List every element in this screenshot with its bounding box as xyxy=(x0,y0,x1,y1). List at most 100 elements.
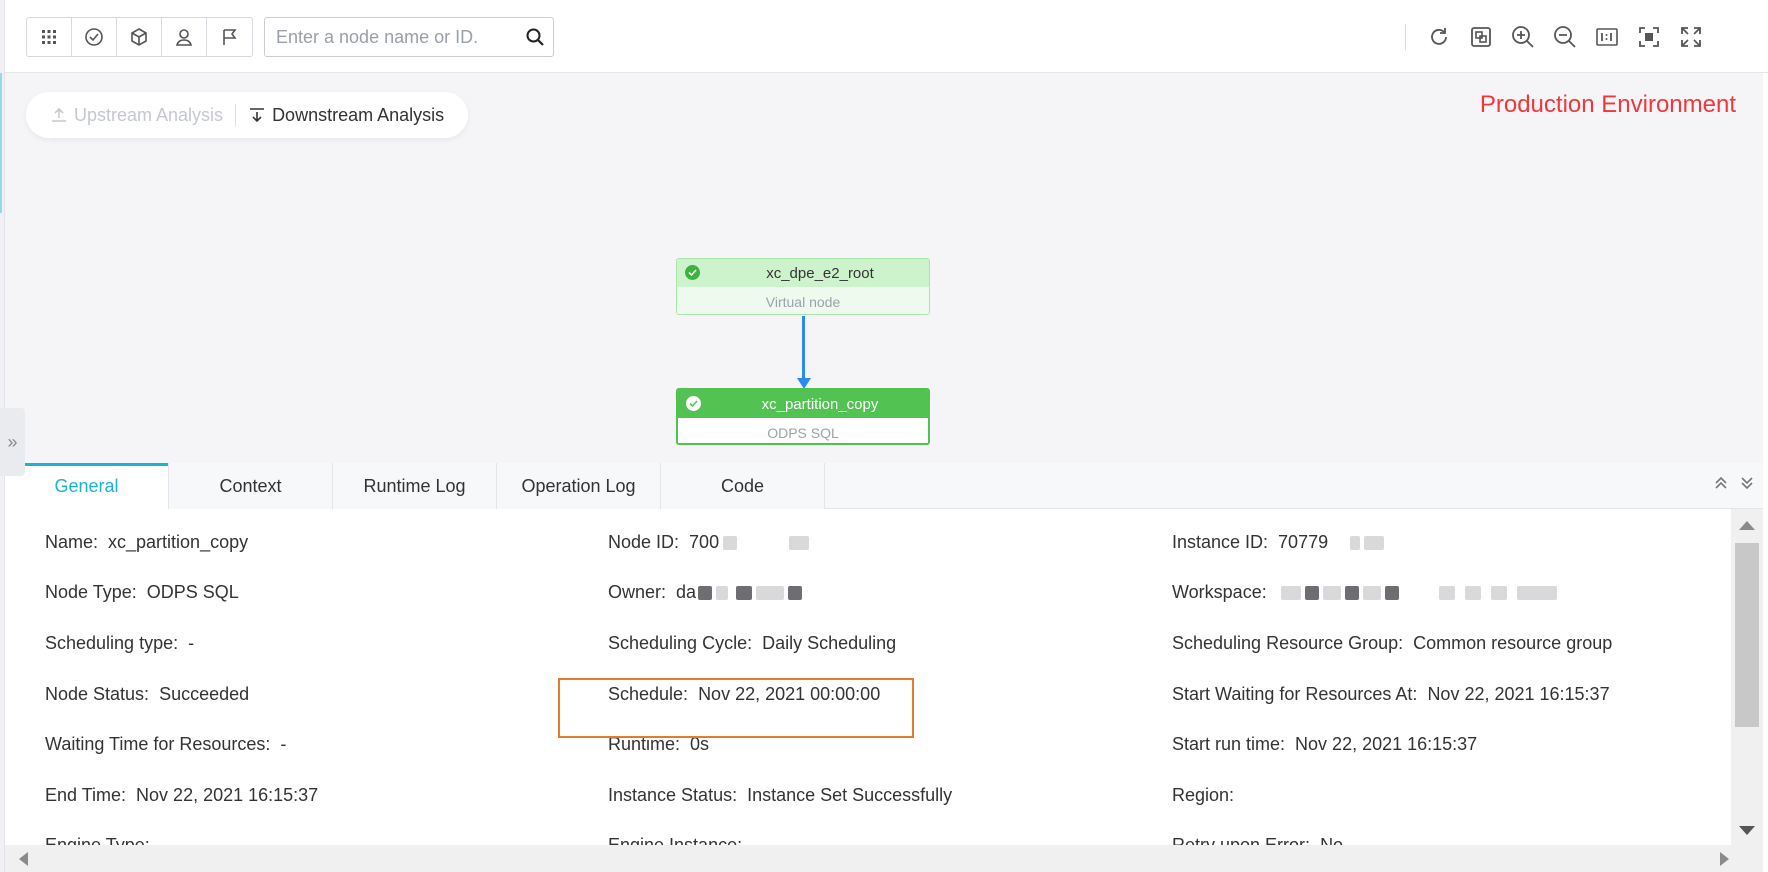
tab-runtime-log[interactable]: Runtime Log xyxy=(333,463,497,509)
redacted-text xyxy=(1464,586,1481,601)
check-circle-icon[interactable] xyxy=(72,18,117,56)
user-icon[interactable] xyxy=(162,18,207,56)
field-retry-upon-error: Retry upon Error: No xyxy=(1172,835,1343,845)
tab-general[interactable]: General xyxy=(5,463,169,509)
redacted-text xyxy=(1304,586,1319,601)
scroll-up-arrow-icon[interactable] xyxy=(1739,521,1755,530)
general-details: Name: xc_partition_copy Node ID: 700 Insta… xyxy=(5,509,1731,845)
field-start-waiting: Start Waiting for Resources At: Nov 22, 2… xyxy=(1172,684,1610,704)
field-value: Succeeded xyxy=(159,684,250,704)
double-chevron-right-icon: » xyxy=(7,431,18,452)
zoom-in-icon[interactable] xyxy=(1502,19,1544,55)
field-value: 70779 xyxy=(1278,532,1329,552)
field-value: - xyxy=(280,734,287,754)
upload-icon xyxy=(52,107,66,122)
field-value: da xyxy=(676,582,697,602)
panel-actions xyxy=(1713,475,1755,496)
downstream-analysis-button[interactable]: Downstream Analysis xyxy=(248,105,444,126)
field-value: Nov 22, 2021 16:15:37 xyxy=(1295,734,1478,754)
field-value: Nov 22, 2021 16:15:37 xyxy=(136,785,319,805)
upstream-analysis-label: Upstream Analysis xyxy=(74,104,224,125)
field-start-run-time: Start run time: Nov 22, 2021 16:15:37 xyxy=(1172,734,1478,754)
field-value: ODPS SQL xyxy=(146,582,239,602)
node-search xyxy=(264,17,554,57)
analysis-switch: Upstream Analysis Downstream Analysis xyxy=(26,92,469,138)
redacted-text xyxy=(1384,586,1399,601)
field-resource-group: Scheduling Resource Group: Common resourc… xyxy=(1172,633,1613,653)
dag-canvas[interactable]: Upstream Analysis Downstream Analysis Pr… xyxy=(5,73,1763,463)
redacted-text xyxy=(716,586,729,601)
dag-edge xyxy=(802,316,805,380)
redacted-text xyxy=(1322,586,1341,601)
field-value: - xyxy=(188,633,195,653)
environment-label: Production Environment xyxy=(1479,91,1736,118)
scroll-left-arrow-icon[interactable] xyxy=(19,852,28,866)
node-type: Virtual node xyxy=(677,287,929,314)
layout-icon[interactable] xyxy=(1460,19,1502,55)
field-node-type: Node Type: ODPS SQL xyxy=(45,582,239,602)
field-value: Daily Scheduling xyxy=(762,633,897,653)
expand-panel-icon[interactable] xyxy=(1713,475,1729,496)
expand-sidebar-handle[interactable]: » xyxy=(0,408,25,476)
vertical-scrollbar[interactable] xyxy=(1731,509,1763,845)
detail-tabs: General Context Runtime Log Operation Lo… xyxy=(5,463,1763,509)
field-workspace: Workspace: xyxy=(1172,582,1557,603)
field-value: Common resource group xyxy=(1413,633,1613,653)
cube-icon[interactable] xyxy=(117,18,162,56)
redacted-text xyxy=(1280,586,1301,601)
field-value: Nov 22, 2021 16:15:37 xyxy=(1427,684,1610,704)
scrollbar-thumb[interactable] xyxy=(1735,543,1759,727)
actual-size-icon[interactable] xyxy=(1586,19,1628,55)
download-icon xyxy=(250,108,265,123)
redacted-text xyxy=(789,536,810,551)
search-input[interactable] xyxy=(265,19,517,55)
zoom-out-icon[interactable] xyxy=(1544,19,1586,55)
field-node-id: Node ID: 700 xyxy=(608,532,810,553)
fullscreen-icon[interactable] xyxy=(1670,19,1712,55)
horizontal-scrollbar[interactable] xyxy=(5,845,1763,872)
node-name: xc_dpe_e2_root xyxy=(766,264,874,282)
pill-divider xyxy=(235,104,237,126)
redacted-text xyxy=(1350,536,1361,551)
toolbar-divider xyxy=(1405,24,1406,50)
field-scheduling-type: Scheduling type: - xyxy=(45,633,195,653)
redacted-text xyxy=(788,586,803,601)
field-scheduling-cycle: Scheduling Cycle: Daily Scheduling xyxy=(608,633,897,653)
grid-icon[interactable] xyxy=(27,18,72,56)
dag-node-root[interactable]: xc_dpe_e2_root Virtual node xyxy=(676,258,930,315)
top-toolbar xyxy=(5,5,1768,73)
field-value: xc_partition_copy xyxy=(108,532,249,552)
refresh-icon[interactable] xyxy=(1418,19,1460,55)
redacted-text xyxy=(1516,586,1557,601)
field-owner: Owner: da xyxy=(608,582,803,603)
redacted-text xyxy=(1364,536,1385,551)
flag-icon[interactable] xyxy=(207,18,252,56)
canvas-tools xyxy=(1405,17,1712,57)
scroll-right-arrow-icon[interactable] xyxy=(1720,852,1729,866)
scroll-down-arrow-icon[interactable] xyxy=(1739,826,1755,835)
tab-context[interactable]: Context xyxy=(169,463,333,509)
field-engine-instance: Engine Instance: xyxy=(608,835,743,845)
redacted-text xyxy=(1438,586,1455,601)
dag-node-selected[interactable]: xc_partition_copy ODPS SQL xyxy=(676,388,930,445)
field-value: Instance Set Successfully xyxy=(747,785,953,805)
fit-screen-icon[interactable] xyxy=(1628,19,1670,55)
search-icon[interactable] xyxy=(517,19,553,55)
field-end-time: End Time: Nov 22, 2021 16:15:37 xyxy=(45,785,319,805)
redacted-text xyxy=(1490,586,1507,601)
field-node-status: Node Status: Succeeded xyxy=(45,684,250,704)
redacted-text xyxy=(1344,586,1359,601)
field-instance-id: Instance ID: 70779 xyxy=(1172,532,1385,553)
upstream-analysis-button[interactable]: Upstream Analysis xyxy=(50,105,223,126)
redacted-text xyxy=(756,586,785,601)
redacted-text xyxy=(723,536,738,551)
field-instance-status: Instance Status: Instance Set Successfull… xyxy=(608,785,953,805)
tab-code[interactable]: Code xyxy=(661,463,825,509)
redacted-text xyxy=(736,586,753,601)
tab-operation-log[interactable]: Operation Log xyxy=(497,463,661,509)
view-tool-group xyxy=(26,17,253,57)
left-accent xyxy=(0,73,2,213)
collapse-panel-icon[interactable] xyxy=(1739,475,1755,496)
field-region: Region: xyxy=(1172,785,1235,805)
field-name: Name: xc_partition_copy xyxy=(45,532,249,552)
